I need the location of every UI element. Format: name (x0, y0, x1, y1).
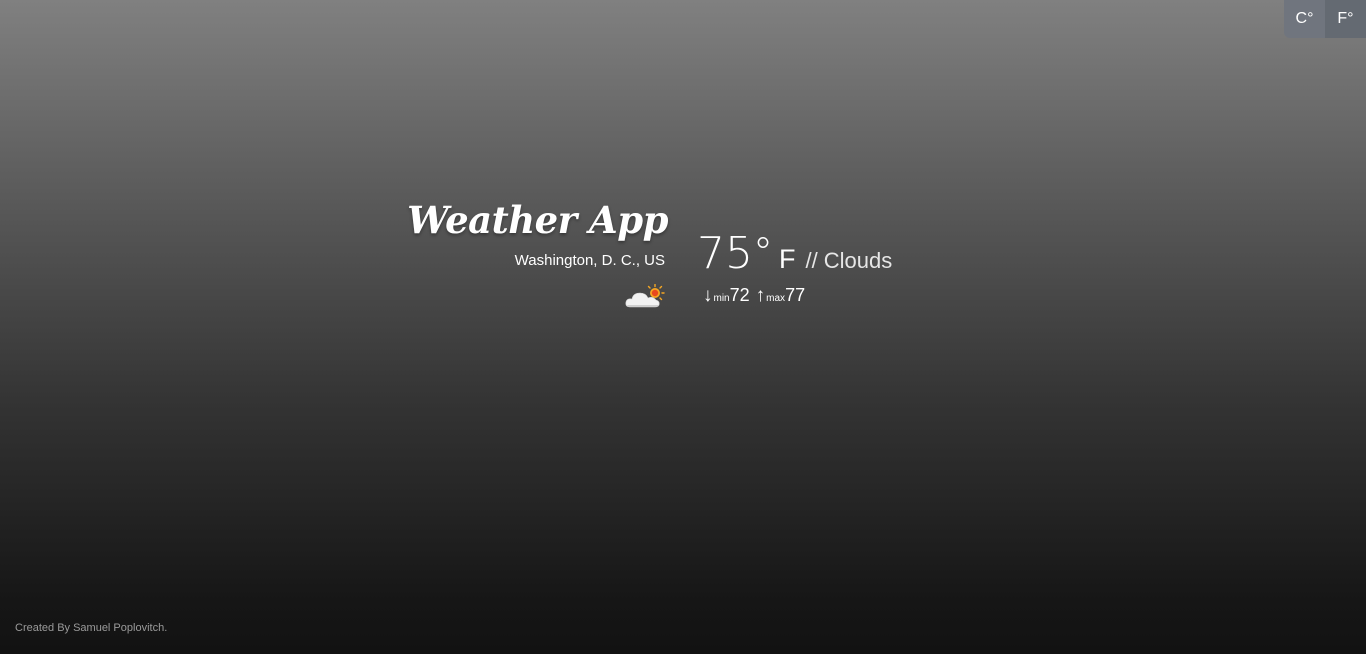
max-label: max (766, 293, 786, 304)
unit-toggle: C° F° (1284, 0, 1366, 38)
app-title: Weather App (407, 198, 668, 242)
title-block: Weather App Washington, D. C., US (380, 196, 670, 308)
current-weather: 75 ° F // Clouds ↓ min 72 ↑ max 77 (697, 228, 892, 307)
fahrenheit-button[interactable]: F° (1325, 0, 1366, 38)
min-value: 72 (729, 285, 750, 305)
separator: // (805, 248, 818, 273)
temperature-value: 75 (697, 228, 753, 279)
arrow-up-icon: ↑ (755, 285, 766, 306)
celsius-button[interactable]: C° (1284, 0, 1325, 38)
temperature-row: 75 ° F // Clouds (697, 228, 892, 279)
min-max-row: ↓ min 72 ↑ max 77 (703, 285, 892, 307)
max-value: 77 (785, 285, 806, 305)
degree-symbol: ° (753, 230, 773, 276)
temperature-unit: F (779, 244, 796, 274)
arrow-down-icon: ↓ (703, 285, 713, 306)
location-label: Washington, D. C., US (514, 252, 665, 269)
min-label: min (713, 293, 730, 304)
cloud-sun-icon (625, 283, 665, 312)
footer-credit: Created By Samuel Poplovitch. (15, 622, 168, 634)
weather-condition: Clouds (823, 248, 893, 273)
